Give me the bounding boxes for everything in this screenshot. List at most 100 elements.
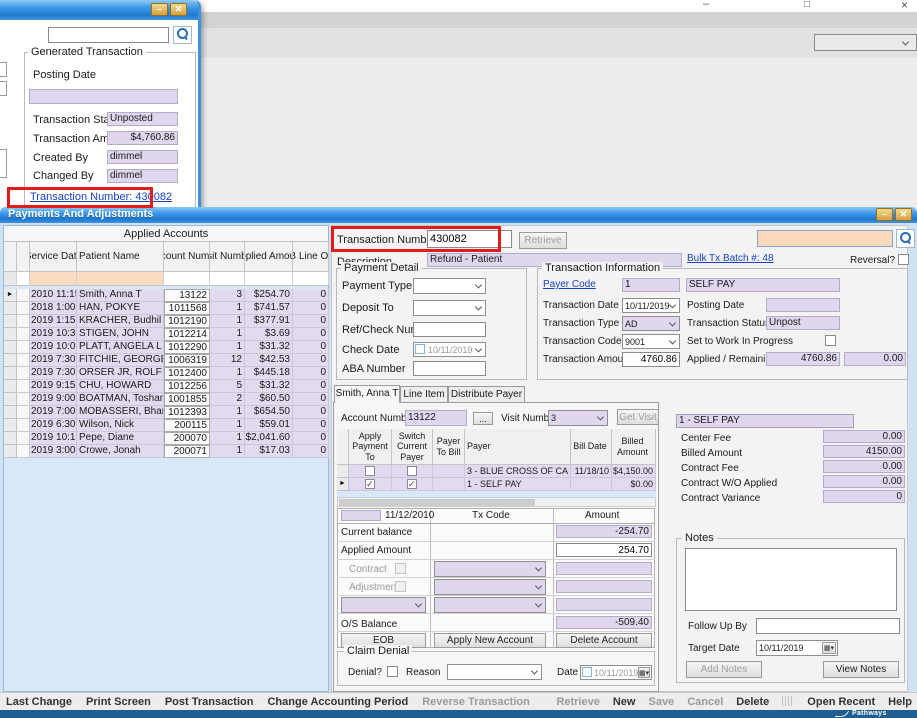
visit-number-cell[interactable]: 1 — [210, 432, 245, 445]
filter-cell[interactable] — [210, 272, 245, 286]
eob-line-order-cell[interactable]: 0 — [293, 432, 329, 445]
patient-name-cell[interactable]: BOATMAN, Toshan R — [77, 393, 164, 406]
deposit-to-select[interactable] — [413, 300, 486, 316]
patient-name-cell[interactable]: PLATT, ANGELA L — [77, 341, 164, 354]
col-applied-amount[interactable]: Applied Amount — [245, 242, 293, 272]
service-date-cell[interactable]: 2019 9:00:00 — [30, 393, 77, 406]
adjustment-checkbox[interactable] — [395, 581, 406, 592]
tab-distribute-payer[interactable]: Distribute Payer — [448, 386, 525, 403]
patient-name-cell[interactable]: Wilson, Nick — [77, 419, 164, 432]
check-date-picker[interactable]: 10/11/2019 — [413, 342, 486, 357]
eob-line-order-cell[interactable]: 0 — [293, 445, 329, 458]
service-date-cell[interactable]: 2019 6:30:00 — [30, 419, 77, 432]
row-blank-cell[interactable] — [17, 341, 30, 354]
applied-amount-cell[interactable]: $17.03 — [245, 445, 293, 458]
applied-amount-cell[interactable]: $654.50 — [245, 406, 293, 419]
eob-line-order-cell[interactable]: 0 — [293, 419, 329, 432]
account-number-cell[interactable]: 13122 — [164, 289, 210, 302]
payments-close-button[interactable]: ✕ — [895, 208, 912, 221]
service-date-cell[interactable]: 2010 11:15: — [30, 289, 77, 302]
visit-number-cell[interactable]: 1 — [210, 315, 245, 328]
payer-to-bill-cell[interactable] — [433, 478, 465, 491]
applied-amount-cell[interactable]: $741.57 — [245, 302, 293, 315]
table-row[interactable]: 2019 3:00:0 Crowe, Jonah 200071 1 $17.03… — [4, 445, 329, 458]
eob-line-order-cell[interactable]: 0 — [293, 354, 329, 367]
applied-amount-cell[interactable]: $3.69 — [245, 328, 293, 341]
row-blank-cell[interactable] — [17, 432, 30, 445]
account-number-cell[interactable]: 200071 — [164, 445, 210, 458]
switch-payer-checkbox[interactable] — [407, 466, 417, 476]
table-row[interactable]: 2019 10:15:0 Pepe, Diane 200070 1 $2,041… — [4, 432, 329, 445]
statusbar-save[interactable]: Save — [648, 696, 674, 708]
account-number-cell[interactable]: 200115 — [164, 419, 210, 432]
row-selector-cell[interactable] — [4, 419, 17, 432]
col-apply-payment-to[interactable]: Apply Payment To — [349, 429, 392, 465]
denial-date-picker[interactable]: 10/11/2019 ▦▾ — [580, 665, 652, 680]
account-number-cell[interactable]: 1012190 — [164, 315, 210, 328]
eob-line-order-cell[interactable]: 0 — [293, 315, 329, 328]
row-selector-cell[interactable] — [4, 393, 17, 406]
tool-close-button[interactable]: ✕ — [170, 3, 187, 16]
statusbar-last-change[interactable]: Last Change — [6, 696, 72, 708]
service-date-cell[interactable]: 2019 7:00:0 — [30, 406, 77, 419]
patient-name-cell[interactable]: Smith, Anna T — [77, 289, 164, 302]
row-selector-cell[interactable] — [4, 328, 17, 341]
patient-name-cell[interactable]: HAN, POKYE — [77, 302, 164, 315]
host-minimize-icon[interactable]: – — [703, 0, 709, 10]
delete-account-button[interactable]: Delete Account — [556, 633, 652, 648]
visit-number-cell[interactable]: 2 — [210, 393, 245, 406]
denial-checkbox[interactable] — [387, 666, 398, 677]
patient-name-cell[interactable]: FITCHIE, GEORGETTE — [77, 354, 164, 367]
patient-name-cell[interactable]: ORSER JR, ROLF — [77, 367, 164, 380]
payer-row[interactable]: ► 1 - SELF PAY $0.00 — [337, 478, 656, 491]
statusbar-post-transaction[interactable]: Post Transaction — [165, 696, 254, 708]
notes-textarea[interactable] — [685, 548, 897, 611]
statusbar-reverse-transaction[interactable]: Reverse Transaction — [422, 696, 530, 708]
row-selector-cell[interactable] — [4, 380, 17, 393]
visit-number-cell[interactable]: 1 — [210, 445, 245, 458]
patient-name-cell[interactable]: Crowe, Jonah — [77, 445, 164, 458]
service-date-cell[interactable]: 2019 10:30:0 — [30, 328, 77, 341]
account-number-cell[interactable]: 1012256 — [164, 380, 210, 393]
account-number-cell[interactable]: 1001855 — [164, 393, 210, 406]
quick-search-input[interactable] — [757, 230, 893, 247]
payer-cell[interactable]: 1 - SELF PAY — [465, 478, 571, 491]
row-blank-cell[interactable] — [17, 419, 30, 432]
table-row[interactable]: 2019 10:30:0 STIGEN, JOHN 1012214 1 $3.6… — [4, 328, 329, 341]
payments-minimize-button[interactable]: – — [876, 208, 893, 221]
table-row[interactable]: 2019 6:30:00 Wilson, Nick 200115 1 $59.0… — [4, 419, 329, 432]
quick-search-button[interactable] — [896, 229, 915, 248]
visit-number-cell[interactable]: 1 — [210, 419, 245, 432]
table-row[interactable]: 2019 9:15:00 CHU, HOWARD 1012256 5 $31.3… — [4, 380, 329, 393]
follow-up-by-input[interactable] — [756, 618, 900, 634]
payer-grid-hscrollbar[interactable] — [337, 497, 656, 507]
billed-amount-cell[interactable]: $0.00 — [612, 478, 656, 491]
service-date-cell[interactable]: 2018 1:00:0 — [30, 302, 77, 315]
service-date-cell[interactable]: 2019 3:00:0 — [30, 445, 77, 458]
applied-amount-cell[interactable]: $42.53 — [245, 354, 293, 367]
tab-patient[interactable]: Smith, Anna T — [334, 385, 400, 403]
col-service-date[interactable]: Service Date — [30, 242, 77, 272]
applied-amount-cell[interactable]: $31.32 — [245, 380, 293, 393]
patient-name-cell[interactable]: STIGEN, JOHN — [77, 328, 164, 341]
toolbar-dropdown[interactable] — [814, 34, 917, 51]
tool-window-titlebar[interactable]: – ✕ — [0, 0, 198, 20]
bulk-tx-batch-link[interactable]: Bulk Tx Batch #: 48 — [687, 253, 774, 264]
patient-name-cell[interactable]: CHU, HOWARD — [77, 380, 164, 393]
account-number-cell[interactable]: 1012290 — [164, 341, 210, 354]
contract-checkbox[interactable] — [395, 563, 406, 574]
visit-number-cell[interactable]: 1 — [210, 302, 245, 315]
switch-payer-cell[interactable] — [392, 465, 433, 478]
account-number-cell[interactable]: 1012214 — [164, 328, 210, 341]
apply-payment-cell[interactable] — [349, 465, 392, 478]
statusbar-help[interactable]: Help — [888, 696, 912, 708]
col-billed-amount[interactable]: Billed Amount — [612, 429, 656, 465]
col-account-number[interactable]: Account Number — [164, 242, 210, 272]
eob-line-order-cell[interactable]: 0 — [293, 289, 329, 302]
row-selector-cell[interactable] — [4, 367, 17, 380]
table-row[interactable]: 2019 7:30:0 ORSER JR, ROLF 1012400 1 $44… — [4, 367, 329, 380]
col-switch-current-payer[interactable]: Switch Current Payer — [392, 429, 433, 465]
statusbar-print-screen[interactable]: Print Screen — [86, 696, 151, 708]
tab-line-item[interactable]: Line Item — [400, 386, 448, 403]
row-blank-cell[interactable] — [17, 393, 30, 406]
